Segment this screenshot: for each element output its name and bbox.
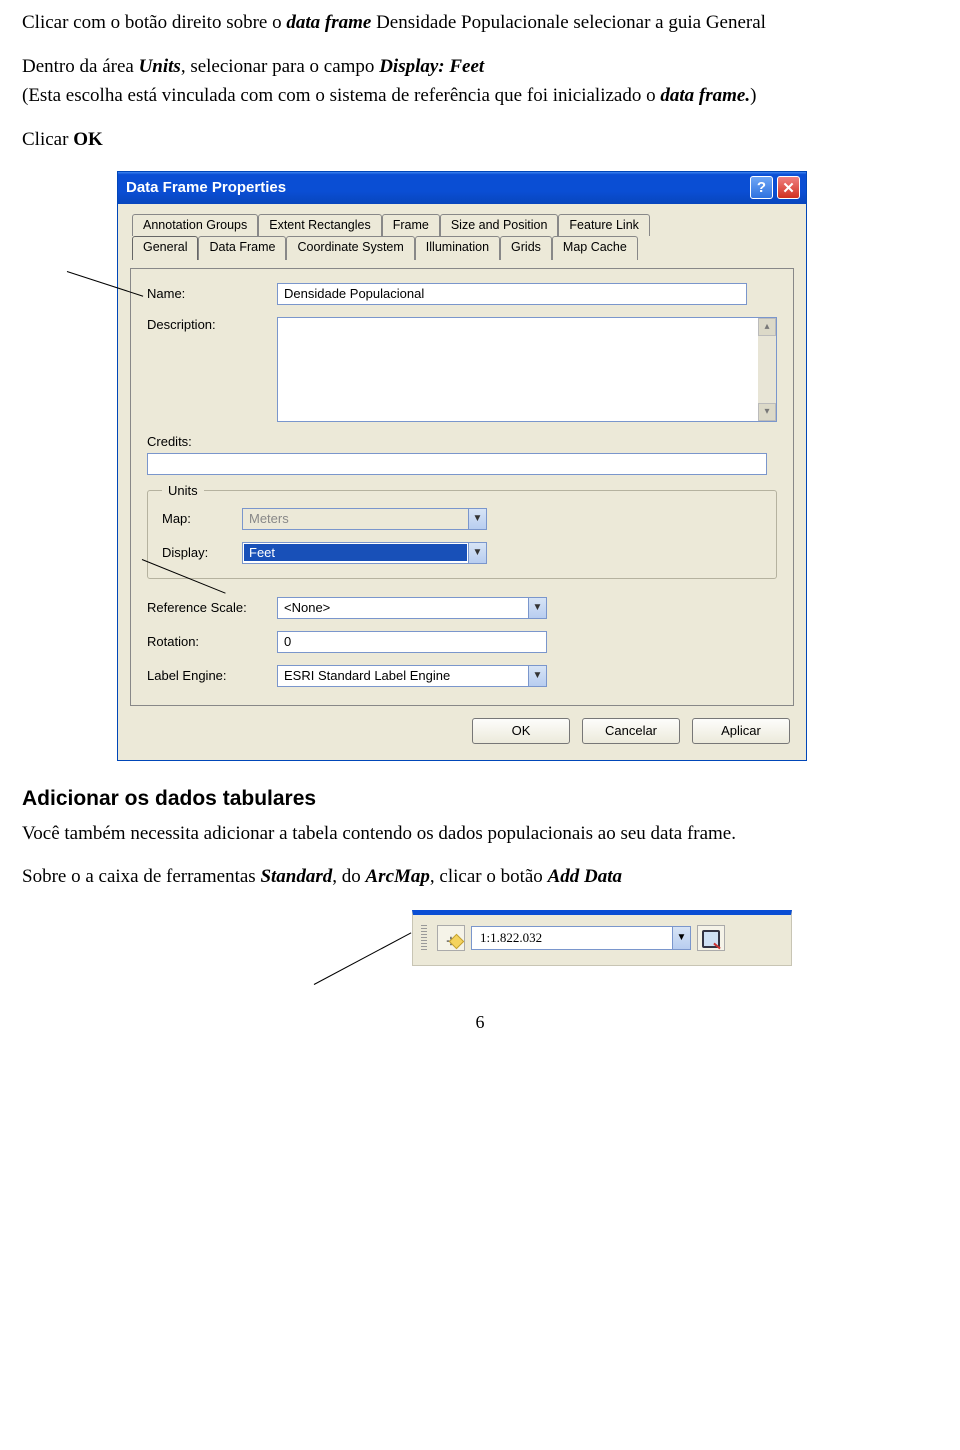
dialog-tabs: Annotation Groups Extent Rectangles Fram… bbox=[130, 214, 794, 262]
scroll-down-icon[interactable]: ▾ bbox=[758, 403, 776, 421]
chevron-down-icon[interactable]: ▼ bbox=[528, 598, 546, 618]
paragraph-2: Dentro da área Units, selecionar para o … bbox=[22, 54, 938, 80]
name-input[interactable]: Densidade Populacional bbox=[277, 283, 747, 305]
name-label: Name: bbox=[147, 286, 277, 301]
textarea-scrollbar[interactable]: ▴ ▾ bbox=[758, 318, 776, 421]
description-label: Description: bbox=[147, 317, 277, 332]
credits-label: Credits: bbox=[147, 434, 777, 449]
callout-arrow-adddata bbox=[314, 932, 412, 985]
units-legend: Units bbox=[162, 483, 204, 498]
tab-feature-link[interactable]: Feature Link bbox=[558, 214, 649, 236]
cancel-button[interactable]: Cancelar bbox=[582, 718, 680, 744]
paragraph-4: Clicar OK bbox=[22, 127, 938, 153]
paragraph-1: Clicar com o botão direito sobre o data … bbox=[22, 10, 938, 36]
ok-button[interactable]: OK bbox=[472, 718, 570, 744]
titlebar-help-button[interactable]: ? bbox=[750, 176, 773, 199]
display-units-label: Display: bbox=[162, 545, 242, 560]
tab-data-frame[interactable]: Data Frame bbox=[198, 236, 286, 260]
map-units-label: Map: bbox=[162, 511, 242, 526]
toolbar-grip[interactable] bbox=[421, 925, 427, 951]
dialog-title: Data Frame Properties bbox=[126, 179, 286, 196]
label-engine-combo[interactable]: ESRI Standard Label Engine ▼ bbox=[277, 665, 547, 687]
paragraph-5: Você também necessita adicionar a tabela… bbox=[22, 821, 938, 847]
tab-extent-rectangles[interactable]: Extent Rectangles bbox=[258, 214, 381, 236]
chevron-down-icon: ▼ bbox=[468, 509, 486, 529]
section-heading: Adicionar os dados tabulares bbox=[22, 787, 938, 811]
tab-general[interactable]: General bbox=[132, 236, 198, 260]
paragraph-6: Sobre o a caixa de ferramentas Standard,… bbox=[22, 864, 938, 890]
editor-toolbar-button[interactable] bbox=[697, 925, 725, 951]
tab-coordinate-system[interactable]: Coordinate System bbox=[286, 236, 414, 260]
tab-annotation-groups[interactable]: Annotation Groups bbox=[132, 214, 258, 236]
chevron-down-icon[interactable]: ▼ bbox=[672, 927, 690, 949]
display-units-combo[interactable]: Feet ▼ bbox=[242, 542, 487, 564]
reference-scale-combo[interactable]: <None> ▼ bbox=[277, 597, 547, 619]
label-engine-label: Label Engine: bbox=[147, 668, 277, 683]
rotation-input[interactable]: 0 bbox=[277, 631, 547, 653]
paragraph-3: (Esta escolha está vinculada com com o s… bbox=[22, 83, 938, 109]
tab-size-and-position[interactable]: Size and Position bbox=[440, 214, 559, 236]
scroll-up-icon[interactable]: ▴ bbox=[758, 318, 776, 336]
tab-grids[interactable]: Grids bbox=[500, 236, 552, 260]
units-group: Units Map: Meters ▼ Display: Feet bbox=[147, 483, 777, 579]
data-frame-properties-dialog: Data Frame Properties ? ✕ Annotation Gro… bbox=[117, 171, 807, 761]
tab-illumination[interactable]: Illumination bbox=[415, 236, 500, 260]
map-units-combo: Meters ▼ bbox=[242, 508, 487, 530]
map-scale-combo[interactable]: 1:1.822.032 ▼ bbox=[471, 926, 691, 950]
titlebar-close-button[interactable]: ✕ bbox=[777, 176, 800, 199]
chevron-down-icon[interactable]: ▼ bbox=[468, 543, 486, 563]
tab-frame[interactable]: Frame bbox=[382, 214, 440, 236]
close-icon: ✕ bbox=[782, 179, 795, 197]
dialog-titlebar[interactable]: Data Frame Properties ? ✕ bbox=[118, 172, 806, 204]
rotation-label: Rotation: bbox=[147, 634, 277, 649]
chevron-down-icon[interactable]: ▼ bbox=[528, 666, 546, 686]
add-data-button[interactable]: + bbox=[437, 925, 465, 951]
description-textarea[interactable]: ▴ ▾ bbox=[277, 317, 777, 422]
general-tab-panel: Name: Densidade Populacional Description… bbox=[130, 268, 794, 706]
standard-toolbar-fragment: + 1:1.822.032 ▼ bbox=[412, 910, 792, 966]
apply-button[interactable]: Aplicar bbox=[692, 718, 790, 744]
tab-map-cache[interactable]: Map Cache bbox=[552, 236, 638, 260]
reference-scale-label: Reference Scale: bbox=[147, 600, 277, 615]
page-number: 6 bbox=[22, 1012, 938, 1033]
credits-input[interactable] bbox=[147, 453, 767, 475]
